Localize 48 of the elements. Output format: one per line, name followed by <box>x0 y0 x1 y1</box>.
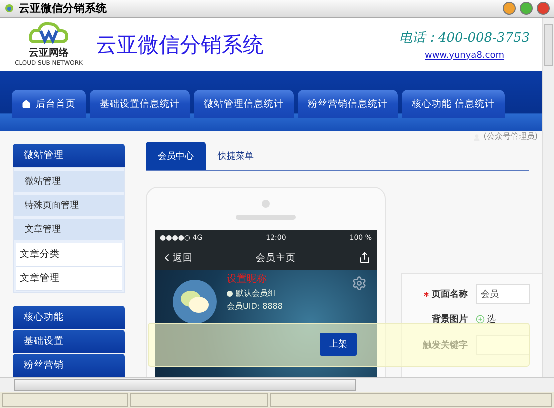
tab[interactable]: 会员中心 <box>146 142 206 170</box>
dot-icon <box>227 290 233 296</box>
website-link[interactable]: www.yunya8.com <box>425 50 505 60</box>
vertical-scrollbar[interactable] <box>542 18 554 377</box>
field-label: 背景图片 <box>431 313 468 326</box>
nickname-text: 设置昵称 <box>227 272 268 286</box>
camera-dot <box>262 200 270 208</box>
share-icon[interactable] <box>359 252 371 264</box>
cloud-icon <box>4 4 15 13</box>
submenu-section[interactable]: 微站管理 <box>14 171 124 192</box>
home-icon <box>22 100 31 108</box>
input-field[interactable] <box>476 335 530 355</box>
upload-button[interactable]: 选 <box>476 313 496 326</box>
maximize-button[interactable] <box>520 2 533 15</box>
tab[interactable]: 快捷菜单 <box>206 142 266 170</box>
nav-tab[interactable]: 基础设置信息统计 <box>90 90 190 118</box>
required-asterisk-icon <box>424 292 429 296</box>
screen-title: 会员主页 <box>256 252 296 264</box>
logo-text: 云亚网络 <box>29 46 69 60</box>
submenu-item[interactable]: 文章分类 <box>16 243 122 267</box>
sidebar-group[interactable]: 核心功能 <box>13 306 125 329</box>
window-title: 云亚微信分销系统 <box>19 1 108 16</box>
member-uid-text: 会员UID: 8888 <box>227 301 283 312</box>
sidebar-group[interactable]: 粉丝营销 <box>13 354 125 377</box>
submenu-section[interactable]: 特殊页面管理 <box>14 195 124 216</box>
minimize-button[interactable] <box>503 2 516 15</box>
chat-bubbles-icon <box>180 290 210 314</box>
phone-number: 电话：400-008-3753 <box>400 30 530 46</box>
nav-tab[interactable]: 粉丝营销信息统计 <box>298 90 398 118</box>
nav-tab[interactable]: 后台首页 <box>12 90 86 118</box>
cloud-logo-icon <box>29 22 69 46</box>
submenu-item[interactable]: 文章管理 <box>16 267 122 291</box>
field-label: 页面名称 <box>402 288 468 300</box>
publish-button[interactable]: 上架 <box>320 333 357 356</box>
close-button[interactable] <box>537 2 550 15</box>
settings-icon[interactable] <box>352 276 367 291</box>
submenu-section[interactable]: 文章管理 <box>14 219 124 240</box>
nav-tab[interactable]: 核心功能 信息统计 <box>402 90 506 118</box>
site-title: 云亚微信分销系统 <box>96 32 265 58</box>
member-group-text: 默认会员组 <box>236 288 276 299</box>
sidebar-group[interactable]: 基础设置 <box>13 330 125 353</box>
input-field[interactable]: 会员 <box>476 284 530 304</box>
back-link[interactable]: 返回 <box>161 252 193 264</box>
nav-tab[interactable]: 微站管理信息统计 <box>194 90 294 118</box>
horizontal-scrollbar[interactable] <box>0 377 554 392</box>
sidebar-group[interactable]: 微站管理 <box>13 144 125 167</box>
field-label: 触发关键字 <box>422 339 468 352</box>
speaker-slot <box>236 215 296 220</box>
